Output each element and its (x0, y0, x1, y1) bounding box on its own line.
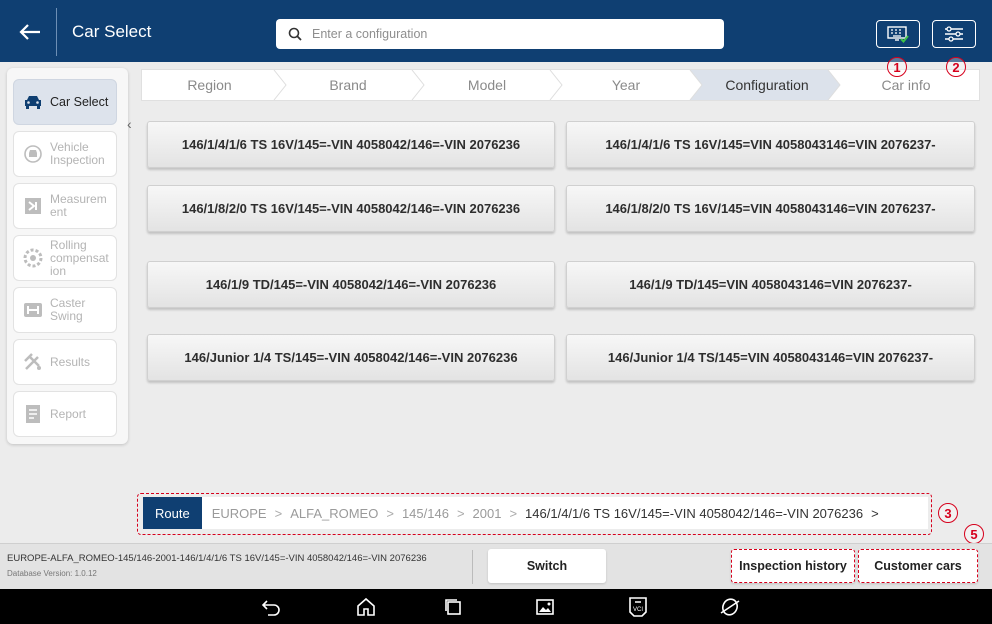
chevron-right-icon: > (509, 505, 518, 521)
inspection-icon (22, 143, 44, 165)
annotation-marker: 5 (964, 524, 984, 544)
customer-cars-button[interactable]: Customer cars (858, 549, 978, 583)
chevron-right-icon: > (386, 505, 394, 521)
top-bar: Car Select (0, 0, 992, 62)
database-version: Database Version: 1.0.12 (7, 569, 97, 578)
chevron-right-icon: > (456, 505, 465, 521)
configuration-option[interactable]: 146/1/8/2/0 TS 16V/145=VIN 4058043146=VI… (566, 185, 975, 232)
route-bar: Route EUROPE > ALFA_ROMEO > 145/146 > 20… (137, 493, 932, 535)
configuration-option[interactable]: 146/1/4/1/6 TS 16V/145=VIN 4058043146=VI… (566, 121, 975, 168)
measurement-icon (22, 195, 44, 217)
configuration-option[interactable]: 146/1/9 TD/145=-VIN 4058042/146=-VIN 207… (147, 261, 555, 308)
configuration-option[interactable]: 146/Junior 1/4 TS/145=-VIN 4058042/146=-… (147, 334, 555, 381)
browser-icon[interactable] (716, 593, 744, 621)
system-nav-bar: VCI (0, 589, 992, 624)
sidebar-item-label: Measurem ent (50, 192, 107, 219)
sidebar-item-label: Caster Swing (50, 296, 86, 323)
route-crumb-model[interactable]: 145/146 (402, 506, 449, 521)
svg-text:VCI: VCI (633, 607, 643, 613)
route-crumb-configuration[interactable]: 146/1/4/1/6 TS 16V/145=-VIN 4058042/146=… (525, 506, 863, 521)
vci-connection-icon[interactable] (876, 20, 920, 48)
configuration-option[interactable]: 146/1/8/2/0 TS 16V/145=-VIN 4058042/146=… (147, 185, 555, 232)
sidebar-item-results[interactable]: Results (13, 339, 117, 385)
rolling-compensation-icon (22, 247, 44, 269)
route-label: Route (143, 497, 202, 529)
route-breadcrumb: Route EUROPE > ALFA_ROMEO > 145/146 > 20… (143, 497, 928, 529)
screenshot-icon[interactable] (531, 593, 559, 621)
configuration-option[interactable]: 146/1/9 TD/145=VIN 4058043146=VIN 207623… (566, 261, 975, 308)
chevron-right-icon: > (274, 505, 283, 521)
chevron-right-icon: > (871, 505, 879, 521)
step-configuration[interactable]: Configuration (698, 70, 836, 100)
back-icon[interactable] (257, 593, 285, 621)
settings-sliders-icon[interactable] (932, 20, 976, 48)
results-icon (22, 351, 44, 373)
car-icon (22, 91, 44, 113)
route-crumb-brand[interactable]: ALFA_ROMEO (290, 506, 378, 521)
step-year[interactable]: Year (556, 70, 696, 100)
workflow-sidebar: Car Select Vehicle Inspection Measurem e… (7, 68, 128, 444)
report-icon (22, 403, 44, 425)
vci-icon[interactable]: VCI (624, 593, 652, 621)
sidebar-item-measurement[interactable]: Measurem ent (13, 183, 117, 229)
header-divider (56, 8, 57, 56)
step-model[interactable]: Model (418, 70, 556, 100)
step-region[interactable]: Region (142, 70, 277, 100)
annotation-marker: 3 (938, 503, 958, 523)
configuration-option[interactable]: 146/Junior 1/4 TS/145=VIN 4058043146=VIN… (566, 334, 975, 381)
collapse-sidebar-chevron-icon[interactable]: ‹ (127, 116, 132, 132)
sidebar-item-label: Vehicle Inspection (50, 140, 105, 167)
annotation-marker: 2 (946, 57, 966, 77)
sidebar-item-report[interactable]: Report (13, 391, 117, 437)
step-brand[interactable]: Brand (279, 70, 417, 100)
caster-swing-icon (22, 299, 44, 321)
home-icon[interactable] (352, 593, 380, 621)
annotation-marker: 1 (887, 57, 907, 77)
sidebar-item-label: Rolling compensat ion (50, 237, 109, 278)
sidebar-item-vehicle-inspection[interactable]: Vehicle Inspection (13, 131, 117, 177)
search-box[interactable] (276, 19, 724, 49)
search-icon (288, 27, 302, 41)
footer-divider (472, 550, 473, 584)
vehicle-path-text: EUROPE-ALFA_ROMEO-145/146-2001-146/1/4/1… (7, 553, 427, 564)
sidebar-item-rolling-compensation[interactable]: Rolling compensat ion (13, 235, 117, 281)
page-title: Car Select (72, 22, 152, 41)
switch-button[interactable]: Switch (488, 549, 606, 583)
sidebar-item-car-select[interactable]: Car Select (13, 79, 117, 125)
sidebar-item-label: Car Select (50, 94, 109, 109)
back-arrow-icon[interactable] (10, 14, 50, 50)
route-crumb-region[interactable]: EUROPE (212, 506, 267, 521)
sidebar-item-label: Results (50, 354, 91, 369)
sidebar-item-caster-swing[interactable]: Caster Swing (13, 287, 117, 333)
route-crumb-year[interactable]: 2001 (473, 506, 502, 521)
bottom-info-bar: EUROPE-ALFA_ROMEO-145/146-2001-146/1/4/1… (0, 543, 992, 589)
search-input[interactable] (312, 27, 724, 41)
recent-apps-icon[interactable] (439, 593, 467, 621)
sidebar-item-label: Report (50, 406, 87, 421)
configuration-option[interactable]: 146/1/4/1/6 TS 16V/145=-VIN 4058042/146=… (147, 121, 555, 168)
step-breadcrumb: Region Brand Model Year Configuration Ca… (141, 69, 980, 101)
inspection-history-button[interactable]: Inspection history (731, 549, 855, 583)
